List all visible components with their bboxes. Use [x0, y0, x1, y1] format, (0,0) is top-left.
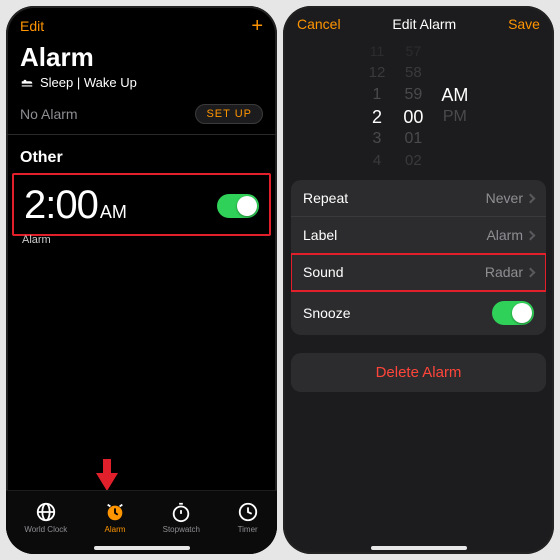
save-button[interactable]: Save [508, 16, 540, 32]
home-indicator[interactable] [371, 546, 467, 550]
chevron-right-icon [526, 267, 536, 277]
sound-row[interactable]: Sound Radar [291, 254, 546, 291]
alarm-settings-list: Repeat Never Label Alarm Sound Radar Sno… [291, 180, 546, 335]
tab-alarm[interactable]: Alarm [104, 501, 126, 534]
alarm-toggle[interactable] [217, 194, 259, 218]
edit-alarm-screen: Cancel Edit Alarm Save 11 12 1 2 3 4 57 … [283, 6, 554, 554]
setup-button[interactable]: SET UP [195, 104, 263, 124]
edit-button[interactable]: Edit [20, 18, 44, 34]
label-row[interactable]: Label Alarm [291, 217, 546, 254]
globe-icon [35, 501, 57, 523]
page-title: Edit Alarm [392, 16, 456, 32]
tab-bar: World Clock Alarm Stopwatch Timer [6, 490, 277, 554]
snooze-toggle[interactable] [492, 301, 534, 325]
picker-hour-column[interactable]: 11 12 1 2 3 4 [369, 40, 386, 172]
cancel-button[interactable]: Cancel [297, 16, 341, 32]
sleep-section-label: Sleep | Wake Up [40, 75, 137, 90]
sleep-alarm-row: No Alarm SET UP [6, 96, 277, 135]
stopwatch-icon [170, 501, 192, 523]
repeat-row[interactable]: Repeat Never [291, 180, 546, 217]
nav-bar: Cancel Edit Alarm Save [283, 6, 554, 38]
delete-alarm-button[interactable]: Delete Alarm [291, 353, 546, 392]
tab-stopwatch[interactable]: Stopwatch [163, 501, 200, 534]
add-alarm-button[interactable]: + [251, 16, 263, 36]
tab-timer[interactable]: Timer [237, 501, 259, 534]
snooze-row: Snooze [291, 291, 546, 335]
alarm-label: Alarm [6, 234, 277, 254]
no-alarm-label: No Alarm [20, 106, 78, 122]
alarm-time: 2:00 AM [24, 183, 127, 228]
sleep-section-header: Sleep | Wake Up [6, 75, 277, 96]
alarm-list-screen: Edit + Alarm Sleep | Wake Up No Alarm SE… [6, 6, 277, 554]
home-indicator[interactable] [94, 546, 190, 550]
alarm-icon [104, 501, 126, 523]
bed-icon [20, 76, 34, 90]
timer-icon [237, 501, 259, 523]
chevron-right-icon [526, 193, 536, 203]
picker-minute-column[interactable]: 57 58 59 00 01 02 [403, 40, 423, 172]
chevron-right-icon [526, 230, 536, 240]
other-section-header: Other [6, 135, 277, 173]
nav-bar: Edit + [6, 6, 277, 38]
picker-period-column[interactable]: AM PM [441, 84, 468, 128]
tab-world-clock[interactable]: World Clock [24, 501, 67, 534]
time-picker[interactable]: 11 12 1 2 3 4 57 58 59 00 01 02 [283, 40, 554, 172]
page-title: Alarm [6, 38, 277, 75]
alarm-row[interactable]: 2:00 AM [12, 173, 271, 236]
